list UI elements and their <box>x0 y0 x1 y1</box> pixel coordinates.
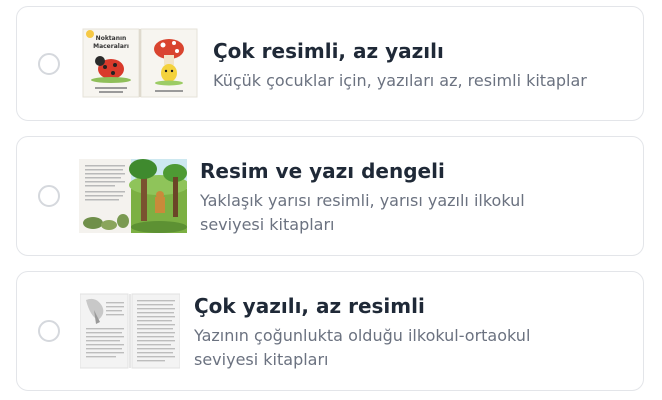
radio-button[interactable] <box>38 185 60 207</box>
radio-button[interactable] <box>38 53 60 75</box>
radio-button[interactable] <box>38 320 60 342</box>
svg-text:Noktanın: Noktanın <box>96 35 127 42</box>
option-card-picture-heavy[interactable]: Noktanın Maceraları Çok resimli, az yazı… <box>16 6 644 121</box>
option-card-text-heavy[interactable]: Çok yazılı, az resimli Yazının çoğunlukt… <box>16 271 644 391</box>
option-card-balanced[interactable]: Resim ve yazı dengeli Yaklaşık yarısı re… <box>16 136 644 256</box>
option-title: Çok resimli, az yazılı <box>213 39 444 63</box>
svg-text:Maceraları: Maceraları <box>93 43 129 50</box>
balanced-book-icon <box>79 157 187 235</box>
option-title: Resim ve yazı dengeli <box>200 159 445 183</box>
illustrated-book-icon: Noktanın Maceraları <box>81 27 199 99</box>
text-heavy-book-icon <box>80 292 180 370</box>
option-description: Yazının çoğunlukta olduğu ilkokul-ortaok… <box>194 326 531 369</box>
option-title: Çok yazılı, az resimli <box>194 294 425 318</box>
option-description: Küçük çocuklar için, yazıları az, resiml… <box>213 71 587 90</box>
option-description: Yaklaşık yarısı resimli, yarısı yazılı i… <box>200 191 525 234</box>
